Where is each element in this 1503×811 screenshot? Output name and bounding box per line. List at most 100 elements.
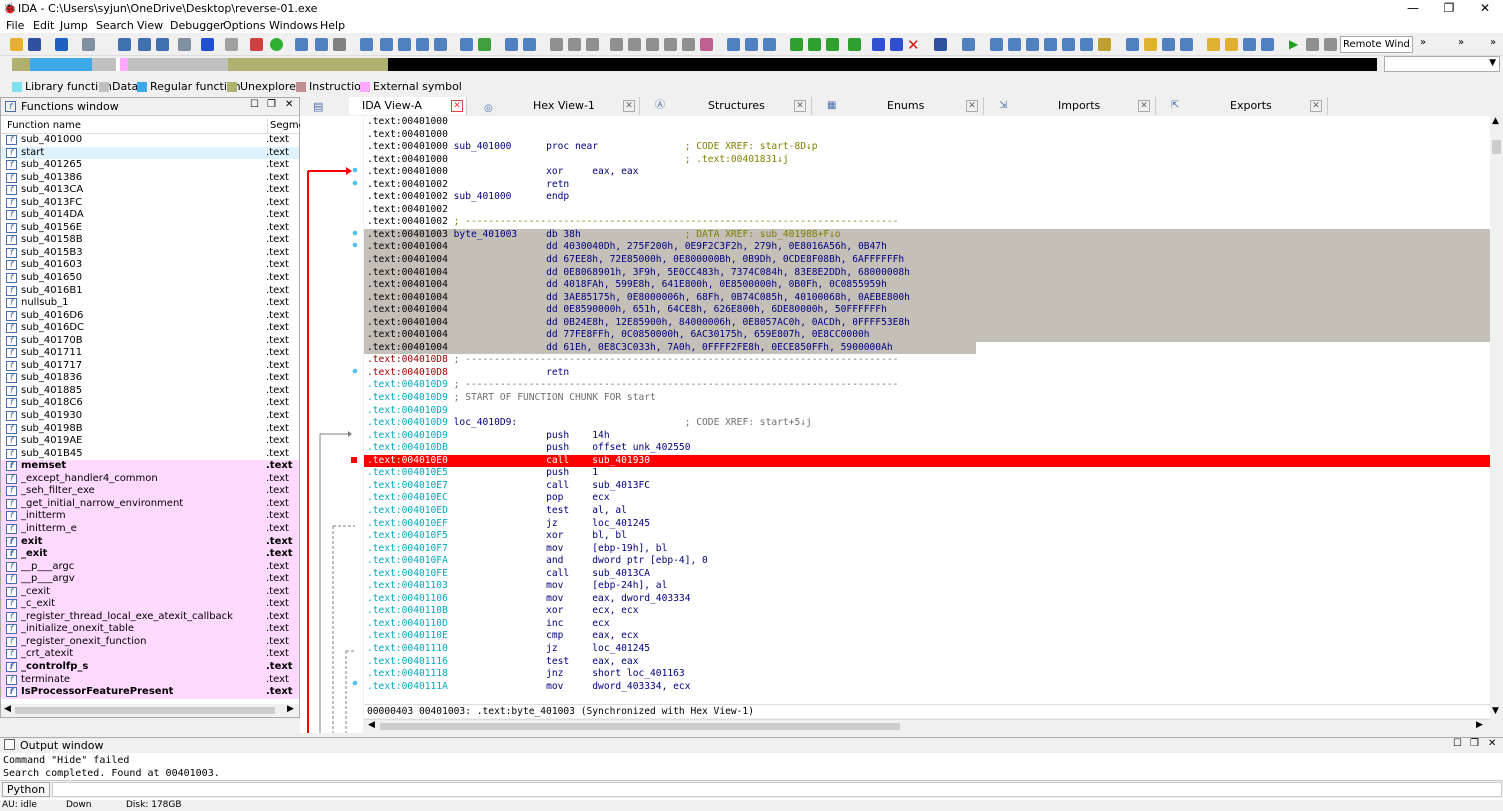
tool-icon[interactable]	[808, 38, 821, 51]
disasm-line[interactable]: .text:00401004 dd 67EE8h, 72E85000h, 0E8…	[364, 254, 1490, 267]
function-row[interactable]: f sub_4016B1 .text	[1, 285, 299, 298]
tab-enums[interactable]: ▦ Enums ✕	[824, 97, 984, 115]
function-row[interactable]: f _initialize_onexit_table .text	[1, 623, 299, 636]
function-row[interactable]: f sub_401B45 .text	[1, 448, 299, 461]
function-row[interactable]: f exit .text	[1, 535, 299, 549]
function-row[interactable]: f sub_4014DA .text	[1, 209, 299, 222]
tool-icon[interactable]	[523, 38, 536, 51]
scroll-left-icon[interactable]: ◀	[4, 704, 11, 714]
tool-icon[interactable]	[628, 38, 641, 51]
disasm-line[interactable]: .text:004010FA and dword ptr [ebp-4], 0	[364, 555, 1490, 568]
delete-icon[interactable]: ✕	[907, 36, 920, 54]
disasm-line[interactable]: .text:00401002 retn	[364, 179, 1490, 192]
disasm-line[interactable]: .text:00401103 mov [ebp-24h], al	[364, 580, 1490, 593]
disasm-line[interactable]: .text:004010FE call sub_4013CA	[364, 568, 1490, 581]
float-icon[interactable]: ❐	[267, 99, 276, 110]
function-row[interactable]: f sub_40170B .text	[1, 335, 299, 348]
close-tab-icon[interactable]: ✕	[794, 100, 806, 112]
search-icon[interactable]	[610, 38, 623, 51]
function-row[interactable]: f _get_initial_narrow_environment .text	[1, 497, 299, 511]
tool-icon[interactable]	[1207, 38, 1220, 51]
function-row[interactable]: f sub_401711 .text	[1, 347, 299, 360]
command-input[interactable]	[52, 782, 1502, 797]
tool-icon[interactable]	[790, 38, 803, 51]
function-row[interactable]: f _exit .text	[1, 548, 299, 561]
tool-icon[interactable]	[478, 38, 491, 51]
disasm-line[interactable]: .text:004010D9 ; START OF FUNCTION CHUNK…	[364, 392, 1490, 405]
function-row[interactable]: f _initterm .text	[1, 510, 299, 523]
run-icon[interactable]	[270, 38, 283, 51]
gear-icon[interactable]	[333, 38, 346, 51]
disasm-line[interactable]: .text:004010D9 loc_4010D9: ; CODE XREF: …	[364, 417, 1490, 430]
function-row[interactable]: f start .text	[1, 146, 299, 160]
tool-icon[interactable]	[295, 38, 308, 51]
tool-icon[interactable]	[1243, 38, 1256, 51]
functions-hscroll[interactable]: ◀ ▶	[1, 704, 299, 717]
close-tab-icon[interactable]: ✕	[623, 100, 635, 112]
function-row[interactable]: f sub_401717 .text	[1, 360, 299, 373]
function-row[interactable]: f sub_401386 .text	[1, 172, 299, 185]
tool-icon[interactable]	[225, 38, 238, 51]
close-button[interactable]: ✕	[1467, 0, 1503, 18]
python-button[interactable]: Python	[2, 782, 50, 797]
tool-icon[interactable]	[118, 38, 131, 51]
disasm-line[interactable]: .text:00401004 dd 4030040Dh, 275F200h, 0…	[364, 241, 1490, 255]
disasm-line[interactable]: .text:00401118 jnz short loc_401163	[364, 668, 1490, 681]
tool-icon[interactable]	[1162, 38, 1175, 51]
tool-icon[interactable]	[1026, 38, 1039, 51]
menu-debugger[interactable]: Debugger	[170, 18, 224, 33]
disasm-line[interactable]: .text:00401004 dd 4018FAh, 599E8h, 641E8…	[364, 279, 1490, 292]
disasm-line[interactable]: .text:004010DB push offset unk_402550	[364, 442, 1490, 455]
tool-icon[interactable]	[848, 38, 861, 51]
menu-file[interactable]: File	[6, 18, 24, 33]
maximize-button[interactable]: ❐	[1431, 0, 1467, 18]
close-tab-icon[interactable]: ✕	[966, 100, 978, 112]
down-arrow-icon[interactable]	[201, 38, 214, 51]
disasm-line[interactable]: .text:004010F5 xor bl, bl	[364, 530, 1490, 543]
disasm-line[interactable]: .text:00401004 dd 61Eh, 0E8C3C033h, 7A0h…	[364, 341, 1490, 355]
navigation-strip[interactable]	[12, 58, 1377, 71]
disasm-line[interactable]: .text:00401116 test eax, eax	[364, 656, 1490, 669]
tool-icon[interactable]	[550, 38, 563, 51]
function-row[interactable]: f _crt_atexit .text	[1, 648, 299, 661]
tool-icon[interactable]	[872, 38, 885, 51]
disasm-line[interactable]: .text:004010EF jz loc_401245	[364, 518, 1490, 531]
disasm-line[interactable]: .text:004010E7 call sub_4013FC	[364, 480, 1490, 493]
disasm-line[interactable]: .text:00401004 dd 77FE8FFh, 0C0850000h, …	[364, 329, 1490, 342]
tab-ida-view-a[interactable]: IDA View-A ✕	[349, 97, 467, 115]
function-row[interactable]: f _cexit .text	[1, 585, 299, 599]
function-row[interactable]: f IsProcessorFeaturePresent .text	[1, 686, 299, 699]
tool-icon[interactable]	[1008, 38, 1021, 51]
palette-icon[interactable]	[700, 38, 713, 51]
function-row[interactable]: f sub_4019AE .text	[1, 435, 299, 448]
menu-options[interactable]: Options	[223, 18, 265, 33]
tool-icon[interactable]	[745, 38, 758, 51]
save-icon[interactable]	[28, 38, 41, 51]
disasm-line[interactable]: .text:0040110D inc ecx	[364, 618, 1490, 631]
menu-windows[interactable]: Windows	[269, 18, 318, 33]
function-row[interactable]: f _register_thread_local_exe_atexit_callb…	[1, 610, 299, 624]
close-tab-icon[interactable]: ✕	[1310, 100, 1322, 112]
disasm-line[interactable]: .text:00401000 xor eax, eax	[364, 166, 1490, 179]
graph-icon[interactable]: ▤	[313, 100, 323, 113]
disasm-line[interactable]: .text:004010D9	[364, 405, 1490, 418]
function-row[interactable]: f sub_401650 .text	[1, 272, 299, 285]
function-row[interactable]: f sub_401836 .text	[1, 372, 299, 385]
disasm-line[interactable]: .text:00401004 dd 0E8068901h, 3F9h, 5E0C…	[364, 266, 1490, 280]
disasm-line[interactable]: .text:00401004 dd 0E8590000h, 651h, 64CE…	[364, 304, 1490, 317]
forward-icon[interactable]	[82, 38, 95, 51]
function-row[interactable]: f _seh_filter_exe .text	[1, 485, 299, 498]
disasm-line[interactable]: .text:00401000	[364, 129, 1490, 142]
function-row[interactable]: f sub_401000 .text	[1, 134, 299, 147]
tool-icon[interactable]	[1261, 38, 1274, 51]
debugger-select[interactable]: Remote Wind	[1340, 36, 1413, 53]
scroll-right-icon[interactable]: ▶	[1476, 720, 1483, 730]
function-row[interactable]: f _register_onexit_function .text	[1, 635, 299, 649]
disasm-line[interactable]: .text:00401003 byte_401003 db 38h ; DATA…	[364, 228, 1490, 242]
start-process-icon[interactable]: ▶	[1289, 37, 1298, 51]
disassembly-listing[interactable]: .text:00401000 .text:00401000 .text:004010…	[364, 116, 1490, 708]
scroll-thumb[interactable]	[380, 723, 900, 730]
disasm-line[interactable]: .text:00401002 sub_401000 endp	[364, 191, 1490, 204]
function-row[interactable]: f __p___argv .text	[1, 573, 299, 586]
tool-icon[interactable]	[990, 38, 1003, 51]
